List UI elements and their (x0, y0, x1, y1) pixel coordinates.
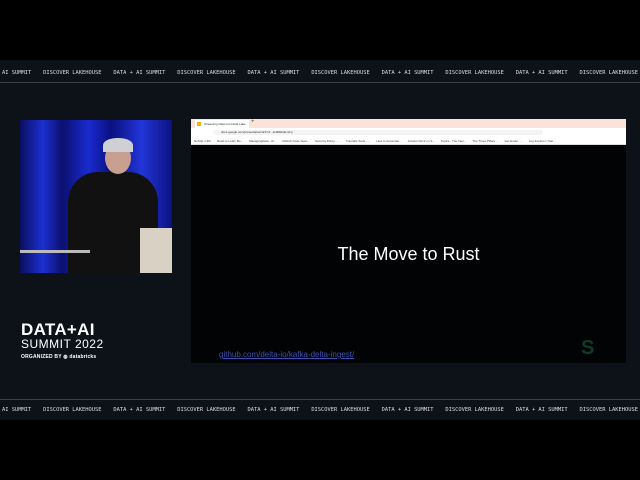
address-bar[interactable]: docs.google.com/presentation/d/1Yxl.../e… (213, 130, 543, 135)
new-tab-button[interactable]: + (251, 119, 255, 125)
banner-item: DATA + AI SUMMIT (515, 406, 568, 413)
bookmark[interactable]: ManagingData - Ai... (249, 139, 276, 144)
slide-title: The Move to Rust (337, 244, 480, 264)
banner-item: DISCOVER LAKEHOUSE (311, 69, 370, 76)
summit-logo: DATA+AI SUMMIT 2022 ORGANIZED BY ◍ datab… (21, 321, 104, 360)
banner-item: DISCOVER LAKEHOUSE (311, 406, 370, 413)
browser-tab[interactable]: Streaming Data into Delta Lake (195, 120, 249, 128)
banner-item: DISCOVER LAKEHOUSE (43, 69, 102, 76)
presentation-screen: Streaming Data into Delta Lake + docs.go… (191, 119, 626, 363)
bookmark[interactable]: NoSQL CDC (194, 139, 211, 144)
banner-item: DATA + AI SUMMIT (381, 69, 434, 76)
speaker-hair (103, 138, 133, 152)
bookmark[interactable]: Log Explorer | Dat... (529, 139, 556, 144)
bookmarks-bar: NoSQL CDC Read to Learn Bo... ManagingDa… (191, 137, 626, 145)
bookmark[interactable]: Read to Learn Bo... (217, 139, 243, 144)
logo-line2: SUMMIT 2022 (21, 337, 104, 351)
banner-item: DATA + AI SUMMIT (113, 406, 166, 413)
slide-logo-icon: S (581, 337, 595, 359)
bookmark[interactable]: Topics - The Inter... (441, 139, 466, 144)
banner-item: AI SUMMIT (2, 69, 32, 76)
bookmark[interactable]: GitHub Code Sear... (282, 139, 309, 144)
logo-organizer: ORGANIZED BY ◍ databricks (21, 354, 97, 360)
banner-item: DATA + AI SUMMIT (113, 69, 166, 76)
podium (140, 228, 172, 273)
banner-item: DISCOVER LAKEHOUSE (579, 69, 638, 76)
banner-item: DISCOVER LAKEHOUSE (579, 406, 638, 413)
banner-item: DISCOVER LAKEHOUSE (445, 69, 504, 76)
bookmark[interactable]: How to Automate... (376, 139, 401, 144)
bookmark[interactable]: Get Email - ... (504, 139, 522, 144)
ledge (20, 250, 90, 253)
banner-item: DISCOVER LAKEHOUSE (43, 406, 102, 413)
bookmark[interactable]: Amazon EC2 on S... (408, 139, 435, 144)
banner-item: DATA + AI SUMMIT (515, 69, 568, 76)
banner-item: DATA + AI SUMMIT (381, 406, 434, 413)
browser-tab-bar: Streaming Data into Delta Lake + (191, 119, 626, 128)
logo-line1: DATA+AI (21, 320, 95, 339)
banner-item: DATA + AI SUMMIT (247, 69, 300, 76)
bookmark[interactable]: Security Policy - ... (315, 139, 340, 144)
github-link[interactable]: github.com/delta-io/kafka-delta-ingest/ (219, 350, 354, 359)
banner-item: DISCOVER LAKEHOUSE (445, 406, 504, 413)
top-banner: AI SUMMIT DISCOVER LAKEHOUSE DATA + AI S… (0, 63, 640, 83)
banner-item: DATA + AI SUMMIT (247, 406, 300, 413)
speaker-video (20, 120, 172, 273)
bookmark[interactable]: The Three Pillars ... (472, 139, 498, 144)
banner-item: AI SUMMIT (2, 406, 32, 413)
browser-toolbar: docs.google.com/presentation/d/1Yxl.../e… (191, 128, 626, 137)
bottom-banner: AI SUMMIT DISCOVER LAKEHOUSE DATA + AI S… (0, 399, 640, 419)
banner-item: DISCOVER LAKEHOUSE (177, 406, 236, 413)
banner-item: DISCOVER LAKEHOUSE (177, 69, 236, 76)
bookmark[interactable]: Tutorials Tools - ... (346, 139, 370, 144)
